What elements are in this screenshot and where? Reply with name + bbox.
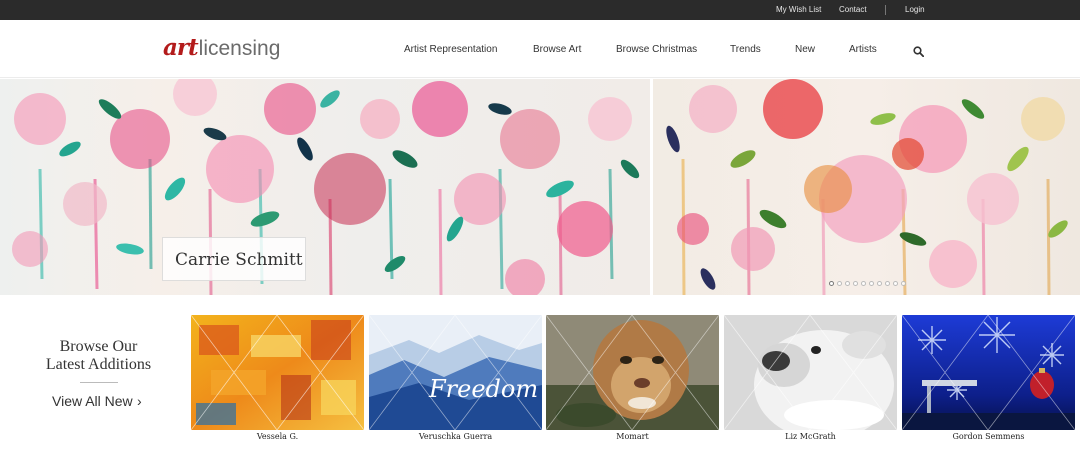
logo-art-text: art (163, 34, 199, 61)
slider-dot[interactable] (829, 281, 834, 286)
hero-caption-box[interactable]: Carrie Schmitt (162, 237, 306, 281)
slider-pagination (829, 281, 906, 286)
topbar-divider (885, 5, 886, 15)
slider-dot[interactable] (869, 281, 874, 286)
slider-dot[interactable] (877, 281, 882, 286)
artwork-thumbnail[interactable] (191, 315, 364, 430)
nav-browse-art[interactable]: Browse Art (533, 44, 581, 55)
wishlist-link[interactable]: My Wish List (776, 5, 821, 14)
browse-title-line1: Browse Our (59, 338, 138, 355)
browse-latest-section: Browse Our Latest Additions View All New… (0, 295, 190, 449)
thumbnail-artist-label[interactable]: Momart (546, 432, 719, 441)
hero-artwork-secondary[interactable] (653, 79, 1080, 295)
thumbnail-artist-label[interactable]: Gordon Semmens (902, 432, 1075, 441)
nav-artist-representation[interactable]: Artist Representation (404, 44, 497, 55)
slider-dot[interactable] (845, 281, 850, 286)
nav-artists[interactable]: Artists (849, 44, 877, 55)
search-icon[interactable] (913, 44, 925, 58)
top-utility-bar: My Wish List Contact Login (0, 0, 1080, 20)
site-logo[interactable]: art licensing (163, 36, 280, 59)
slider-dot[interactable] (901, 281, 906, 286)
nav-new[interactable]: New (795, 44, 815, 55)
contact-link[interactable]: Contact (839, 5, 867, 14)
artwork-thumbnail[interactable] (724, 315, 897, 430)
chevron-right-icon[interactable]: › (137, 393, 142, 409)
thumbnail-artist-label[interactable]: Liz McGrath (724, 432, 897, 441)
site-header: art licensing Artist Representation Brow… (0, 20, 1080, 78)
nav-browse-christmas[interactable]: Browse Christmas (616, 44, 697, 55)
freedom-script-text: Freedom (428, 375, 538, 403)
slider-dot[interactable] (853, 281, 858, 286)
slider-dot[interactable] (885, 281, 890, 286)
slider-dot[interactable] (893, 281, 898, 286)
logo-licensing-text: licensing (198, 37, 281, 60)
view-all-new-link[interactable]: View All New (52, 393, 133, 409)
slider-dot[interactable] (861, 281, 866, 286)
hero-slider: Carrie Schmitt (0, 79, 1080, 295)
browse-divider (80, 382, 118, 383)
nav-trends[interactable]: Trends (730, 44, 761, 55)
browse-title-line2: Latest Additions (45, 356, 152, 373)
artwork-thumbnail[interactable] (546, 315, 719, 430)
hero-artwork-main[interactable]: Carrie Schmitt (0, 79, 650, 295)
slider-dot[interactable] (837, 281, 842, 286)
artwork-thumbnail[interactable] (902, 315, 1075, 430)
login-link[interactable]: Login (905, 5, 925, 14)
hero-artist-name: Carrie Schmitt (175, 250, 303, 270)
artwork-thumbnail[interactable]: Freedom (369, 315, 542, 430)
thumbnail-artist-label[interactable]: Veruschka Guerra (369, 432, 542, 441)
thumbnail-artist-label[interactable]: Vessela G. (191, 432, 364, 441)
